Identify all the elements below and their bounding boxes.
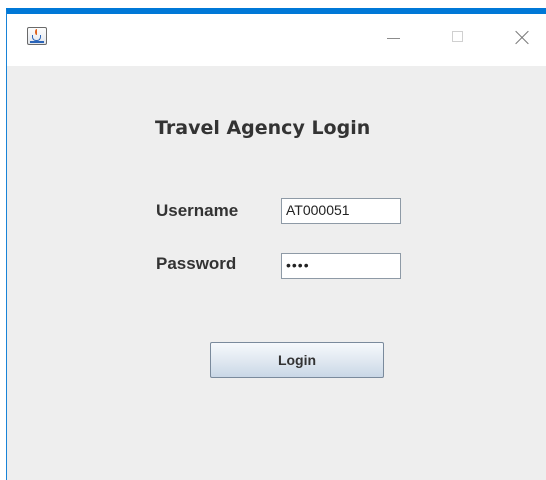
password-field[interactable]: ••••	[281, 253, 401, 279]
desktop: Travel Agency Login Username AT000051 Pa…	[0, 0, 546, 480]
title-bar[interactable]	[7, 14, 546, 66]
close-icon[interactable]	[511, 28, 533, 46]
username-field[interactable]: AT000051	[281, 198, 401, 224]
login-button[interactable]: Login	[210, 342, 384, 378]
password-label: Password	[156, 254, 237, 273]
form-title: Travel Agency Login	[155, 117, 371, 139]
minimize-icon[interactable]	[383, 28, 405, 46]
java-cup-icon[interactable]	[27, 27, 47, 45]
username-label: Username	[156, 201, 239, 220]
maximize-icon[interactable]	[447, 28, 469, 46]
login-window	[6, 8, 546, 480]
